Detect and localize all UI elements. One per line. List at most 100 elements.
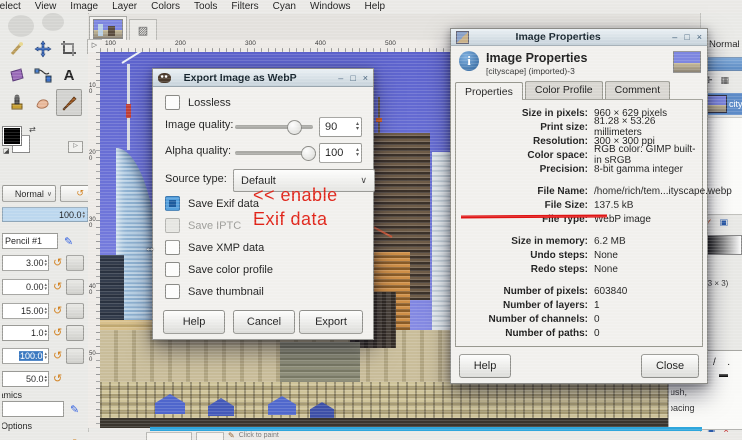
export-dialog-titlebar[interactable]: Export Image as WebP – □ × bbox=[153, 69, 373, 87]
help-button[interactable]: Help bbox=[459, 354, 511, 378]
menu-item-help[interactable]: Help bbox=[365, 1, 386, 12]
save-color-profile-row[interactable]: Save color profile bbox=[165, 262, 273, 277]
save-exif-row[interactable]: Save Exif data bbox=[165, 196, 259, 211]
export-button[interactable]: Export bbox=[299, 310, 363, 334]
menu-bar: Select View Image Layer Colors Tools Fil… bbox=[0, 0, 742, 13]
link-aspect-button[interactable] bbox=[66, 279, 85, 295]
text-tool-icon[interactable]: A bbox=[56, 62, 82, 89]
paintbrush-tool-icon[interactable] bbox=[56, 89, 82, 116]
lossless-checkbox-row[interactable]: Lossless bbox=[165, 95, 231, 110]
tab-color-profile[interactable]: Color Profile bbox=[524, 81, 603, 99]
tab-comment[interactable]: Comment bbox=[604, 81, 671, 99]
paint-mode-select[interactable]: Normal ∨ bbox=[2, 185, 56, 202]
menu-item-windows[interactable]: Windows bbox=[310, 1, 351, 12]
menu-item-layer[interactable]: Layer bbox=[112, 1, 137, 12]
reset-spacing-icon[interactable]: ↺ bbox=[53, 327, 62, 339]
unit-select[interactable] bbox=[196, 432, 224, 440]
minimize-icon[interactable]: – bbox=[672, 32, 677, 42]
crop-tool-icon[interactable] bbox=[56, 35, 82, 62]
menu-item-tools[interactable]: Tools bbox=[194, 1, 217, 12]
angle-spinbox[interactable]: 15.00 ▴ ▾ bbox=[2, 303, 49, 319]
menu-item-select[interactable]: Select bbox=[0, 1, 21, 12]
reset-aspect-icon[interactable]: ↺ bbox=[53, 281, 62, 293]
save-color-profile-checkbox[interactable] bbox=[165, 262, 180, 277]
aspect-ratio-spinbox[interactable]: 0.00 ▴ ▾ bbox=[2, 279, 49, 295]
maximize-icon[interactable]: □ bbox=[684, 32, 689, 42]
hardness-spinbox[interactable]: 100.0 ▴ ▾ bbox=[2, 348, 49, 364]
lossless-checkbox[interactable] bbox=[165, 95, 180, 110]
paint-mode-value: Normal bbox=[14, 188, 44, 199]
menu-item-image[interactable]: Image bbox=[70, 1, 98, 12]
alpha-quality-spinbox[interactable]: 100 ▴ ▾ bbox=[319, 143, 362, 163]
edit-brush-icon[interactable]: ✎ bbox=[64, 235, 73, 248]
menu-item-filters[interactable]: Filters bbox=[231, 1, 258, 12]
menu-item-colors[interactable]: Colors bbox=[151, 1, 180, 12]
resize-cursor-icon: ↔ bbox=[145, 243, 155, 254]
save-exif-checkbox[interactable] bbox=[165, 196, 180, 211]
properties-dialog-titlebar[interactable]: Image Properties – □ × bbox=[451, 29, 707, 46]
prop-label: Color space: bbox=[527, 149, 588, 161]
layer-opacity-slider[interactable] bbox=[703, 57, 742, 71]
save-xmp-checkbox[interactable] bbox=[165, 240, 180, 255]
force-spinbox[interactable]: 50.0 ▴ ▾ bbox=[2, 371, 49, 387]
smudge-tool-icon[interactable] bbox=[30, 89, 56, 116]
opacity-slider[interactable]: 100.0 ▴ ▾ bbox=[2, 207, 88, 222]
image-tab-cityscape[interactable] bbox=[89, 16, 127, 41]
brush-size-spinbox[interactable]: 3.00 ▴ ▾ bbox=[2, 255, 49, 271]
reset-hardness-icon[interactable]: ↺ bbox=[53, 350, 62, 362]
brush-input[interactable]: Pencil #1 bbox=[2, 233, 58, 249]
edit-dynamics-icon[interactable]: ✎ bbox=[70, 403, 79, 416]
help-button[interactable]: Help bbox=[163, 310, 225, 334]
save-thumbnail-label: Save thumbnail bbox=[188, 285, 264, 298]
save-thumbnail-row[interactable]: Save thumbnail bbox=[165, 284, 264, 299]
image-quality-slider[interactable] bbox=[235, 120, 313, 135]
image-quality-label: Image quality: bbox=[165, 119, 234, 131]
brush-slash-glyph[interactable]: / bbox=[713, 357, 716, 368]
brush-bar-glyph[interactable]: ▬ bbox=[719, 369, 728, 379]
force-value: 50.0 bbox=[25, 374, 44, 384]
swap-colors-icon[interactable]: ⇄ bbox=[29, 125, 36, 134]
reset-force-icon[interactable]: ↺ bbox=[53, 373, 62, 385]
menu-item-view[interactable]: View bbox=[35, 1, 57, 12]
link-hardness-button[interactable] bbox=[66, 348, 85, 364]
spacing-spinbox[interactable]: 1.0 ▴ ▾ bbox=[2, 325, 49, 341]
close-icon[interactable]: × bbox=[697, 32, 702, 42]
save-thumbnail-checkbox[interactable] bbox=[165, 284, 180, 299]
paths-tool-icon[interactable] bbox=[30, 62, 56, 89]
shear-tool-icon[interactable] bbox=[4, 62, 30, 89]
link-angle-button[interactable] bbox=[66, 303, 85, 319]
dock-menu-icon[interactable]: ▷ bbox=[68, 141, 83, 153]
layer-mode-select[interactable]: Normal bbox=[709, 39, 740, 50]
gradient-swatch[interactable] bbox=[704, 235, 742, 255]
lock-alpha-icon[interactable]: ▦ bbox=[721, 75, 730, 86]
image-quality-spinbox[interactable]: 90 ▴ ▾ bbox=[319, 117, 362, 137]
image-tab-empty[interactable]: ▨ bbox=[129, 19, 157, 41]
tab-properties[interactable]: Properties bbox=[455, 82, 523, 100]
close-button[interactable]: Close bbox=[641, 354, 699, 378]
minimize-icon[interactable]: – bbox=[338, 73, 343, 83]
link-spacing-button[interactable] bbox=[66, 325, 85, 341]
link-size-button[interactable] bbox=[66, 255, 85, 271]
document-icon[interactable]: ▣ bbox=[720, 217, 729, 228]
default-colors-icon[interactable]: ◪ bbox=[3, 147, 10, 155]
spinner-down-icon[interactable]: ▾ bbox=[82, 214, 85, 219]
h-ruler-label: 200 bbox=[175, 40, 186, 47]
reset-angle-icon[interactable]: ↺ bbox=[53, 305, 62, 317]
prop-value: 0 bbox=[594, 313, 600, 325]
foreground-color-swatch[interactable] bbox=[2, 126, 22, 146]
antenna-light-shape bbox=[376, 118, 382, 122]
fuzzy-select-tool-icon[interactable] bbox=[4, 35, 30, 62]
save-xmp-row[interactable]: Save XMP data bbox=[165, 240, 264, 255]
maximize-icon[interactable]: □ bbox=[350, 73, 355, 83]
cancel-button[interactable]: Cancel bbox=[233, 310, 295, 334]
move-tool-icon[interactable] bbox=[30, 35, 56, 62]
menu-item-cyan[interactable]: Cyan bbox=[273, 1, 296, 12]
properties-header: i Image Properties [cityscape] (imported… bbox=[451, 46, 707, 79]
alpha-quality-slider[interactable] bbox=[235, 146, 316, 161]
layer-row-cityscape[interactable]: cityscape bbox=[703, 93, 742, 115]
reset-size-icon[interactable]: ↺ bbox=[53, 257, 62, 269]
dynamics-input[interactable] bbox=[2, 401, 64, 417]
close-icon[interactable]: × bbox=[363, 73, 368, 83]
clone-tool-icon[interactable] bbox=[4, 89, 30, 116]
layer-list-area[interactable] bbox=[703, 117, 742, 215]
